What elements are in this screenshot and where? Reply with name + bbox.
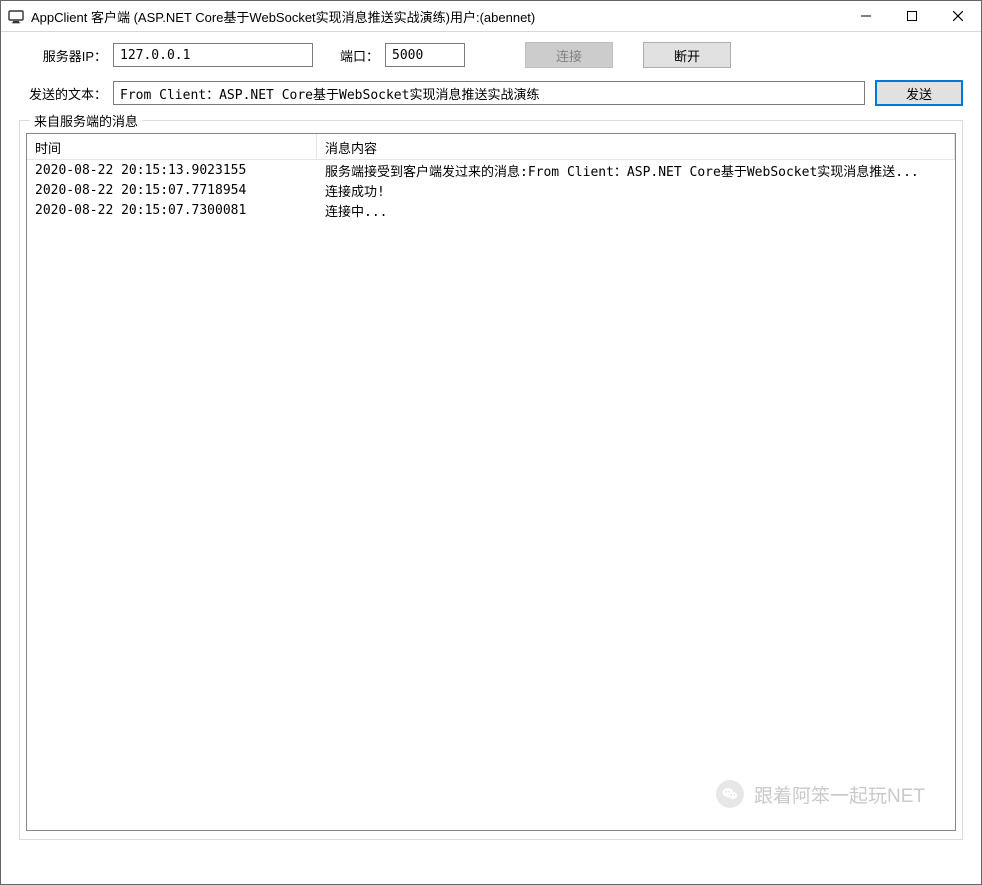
messages-groupbox: 来自服务端的消息 时间 消息内容 2020-08-22 20:15:13.902…	[19, 120, 963, 840]
maximize-button[interactable]	[889, 1, 935, 31]
send-text-input[interactable]	[113, 81, 865, 105]
send-button[interactable]: 发送	[875, 80, 963, 106]
app-icon	[7, 7, 25, 25]
cell-time: 2020-08-22 20:15:13.9023155	[27, 163, 317, 178]
cell-time: 2020-08-22 20:15:07.7300081	[27, 203, 317, 218]
port-input[interactable]	[385, 43, 465, 67]
listview-body: 2020-08-22 20:15:13.9023155 服务端接受到客户端发过来…	[27, 160, 955, 220]
window-controls	[843, 1, 981, 31]
disconnect-button[interactable]: 断开	[643, 42, 731, 68]
wechat-icon	[716, 780, 744, 808]
cell-message: 服务端接受到客户端发过来的消息:From Client：ASP.NET Core…	[317, 161, 955, 180]
cell-time: 2020-08-22 20:15:07.7718954	[27, 183, 317, 198]
port-label: 端口：	[319, 46, 379, 65]
server-ip-label: 服务器IP：	[19, 46, 107, 65]
list-item[interactable]: 2020-08-22 20:15:07.7300081 连接中...	[27, 200, 955, 220]
list-item[interactable]: 2020-08-22 20:15:13.9023155 服务端接受到客户端发过来…	[27, 160, 955, 180]
connect-button: 连接	[525, 42, 613, 68]
cell-message: 连接成功!	[317, 181, 955, 200]
groupbox-legend: 来自服务端的消息	[30, 111, 142, 130]
send-text-label: 发送的文本：	[19, 84, 107, 103]
messages-listview[interactable]: 时间 消息内容 2020-08-22 20:15:13.9023155 服务端接…	[26, 133, 956, 831]
client-area: 服务器IP： 端口： 连接 断开 发送的文本： 发送 来自服务端的消息 时间 消…	[1, 32, 981, 852]
server-ip-input[interactable]	[113, 43, 313, 67]
cell-message: 连接中...	[317, 201, 955, 220]
watermark: 跟着阿笨一起玩NET	[716, 780, 925, 808]
window-titlebar: AppClient 客户端 (ASP.NET Core基于WebSocket实现…	[1, 1, 981, 32]
column-message-header[interactable]: 消息内容	[317, 134, 955, 159]
minimize-button[interactable]	[843, 1, 889, 31]
watermark-text: 跟着阿笨一起玩NET	[754, 781, 925, 808]
listview-header: 时间 消息内容	[27, 134, 955, 160]
window-title: AppClient 客户端 (ASP.NET Core基于WebSocket实现…	[31, 7, 843, 26]
column-time-header[interactable]: 时间	[27, 134, 317, 159]
close-button[interactable]	[935, 1, 981, 31]
connection-row: 服务器IP： 端口： 连接 断开	[19, 42, 963, 68]
list-item[interactable]: 2020-08-22 20:15:07.7718954 连接成功!	[27, 180, 955, 200]
send-row: 发送的文本： 发送	[19, 80, 963, 106]
